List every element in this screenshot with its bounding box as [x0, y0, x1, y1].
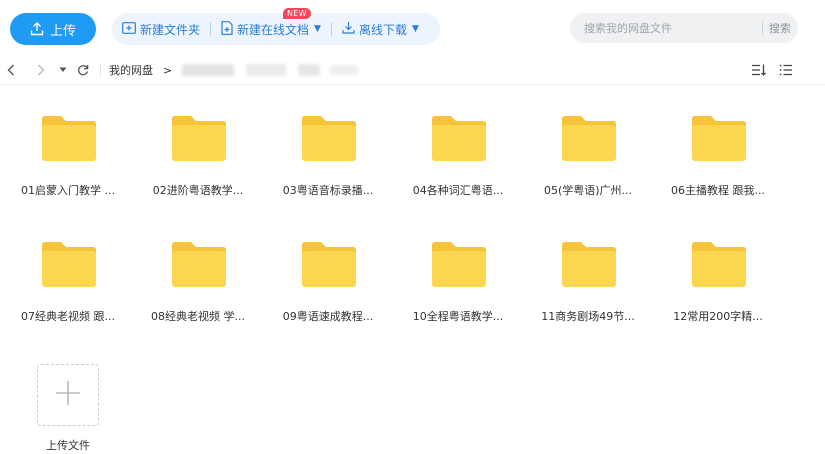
divider	[100, 63, 101, 77]
caret-down-icon: ▼	[314, 24, 321, 34]
caret-down-icon[interactable]	[54, 61, 72, 79]
search-input[interactable]	[582, 20, 756, 36]
folder-icon	[430, 240, 488, 289]
folder-item[interactable]: 02进阶粤语教学...	[142, 100, 254, 210]
breadcrumb-root[interactable]: 我的网盘	[109, 62, 153, 78]
new-online-doc-button[interactable]: 新建在线文档 ▼ NEW	[211, 8, 331, 45]
folder-item[interactable]: 04各种词汇粤语...	[402, 100, 514, 210]
folder-item[interactable]: 01启蒙入门教学 ...	[12, 100, 124, 210]
caret-down-icon: ▼	[411, 24, 419, 34]
search-box: 搜索	[570, 13, 798, 43]
breadcrumb-separator: >	[163, 63, 173, 77]
list-view-icon[interactable]	[776, 60, 796, 80]
navigation-bar: 我的网盘 >	[0, 56, 825, 85]
folder-item[interactable]: 12常用200字精...	[662, 226, 774, 336]
new-folder-button[interactable]: 新建文件夹	[112, 13, 210, 45]
folder-name: 04各种词汇粤语...	[412, 184, 504, 197]
folder-name: 12常用200字精...	[673, 310, 763, 323]
new-folder-icon	[122, 21, 136, 37]
offline-download-label: 离线下载	[358, 22, 407, 37]
blurred-path-segment	[330, 65, 359, 75]
folder-name: 11商务剧场49节...	[541, 310, 635, 323]
folder-icon	[40, 240, 98, 289]
folder-icon	[170, 114, 228, 163]
plus-icon	[54, 379, 82, 411]
toolbar: 上传 新建文件夹 新建在线文档 ▼ NEW 离线下载 ▼ 搜索我的网盘文件 搜索	[0, 0, 825, 56]
folder-icon	[170, 240, 228, 289]
new-online-doc-label: 新建在线文档	[237, 22, 310, 37]
folder-item[interactable]: 11商务剧场49节...	[532, 226, 644, 336]
folder-icon	[430, 114, 488, 163]
folder-name: 07经典老视频 跟...	[21, 310, 115, 323]
chevron-right-icon[interactable]	[32, 61, 50, 79]
refresh-icon[interactable]	[74, 61, 92, 79]
upload-icon	[30, 22, 44, 36]
folder-name: 02进阶粤语教学...	[152, 184, 244, 197]
upload-file-label: 上传文件	[46, 439, 90, 452]
folder-item[interactable]: 05(学粤语)广州...	[532, 100, 644, 210]
new-badge: NEW	[283, 8, 311, 19]
folder-item[interactable]: 06主播教程 跟我...	[662, 100, 774, 210]
folder-item[interactable]: 09粤语速成教程...	[272, 226, 384, 336]
upload-file-tile[interactable]	[37, 364, 99, 426]
blurred-path-segment	[246, 64, 287, 76]
folder-icon	[560, 114, 618, 163]
blurred-path-segment	[298, 64, 321, 76]
folder-icon	[40, 114, 98, 163]
folder-icon	[560, 240, 618, 289]
action-group: 新建文件夹 新建在线文档 ▼ NEW 离线下载 ▼	[112, 8, 440, 45]
search-button[interactable]: 搜索	[769, 20, 791, 36]
folder-icon	[690, 240, 748, 289]
folder-name: 09粤语速成教程...	[282, 310, 374, 323]
file-grid: 01启蒙入门教学 ... 02进阶粤语教学... 03粤语音标录播... 04各种词汇…	[0, 100, 825, 454]
upload-button[interactable]: 上传	[10, 13, 96, 45]
folder-icon	[300, 240, 358, 289]
divider	[762, 21, 763, 35]
folder-item[interactable]: 08经典老视频 学...	[142, 226, 254, 336]
download-icon	[342, 21, 355, 37]
folder-name: 06主播教程 跟我...	[671, 184, 765, 197]
folder-name: 05(学粤语)广州...	[543, 184, 633, 197]
offline-download-button[interactable]: 离线下载 ▼	[332, 13, 429, 45]
sort-icon[interactable]	[749, 60, 769, 80]
chevron-left-icon[interactable]	[2, 61, 20, 79]
folder-name: 01启蒙入门教学 ...	[21, 184, 115, 197]
folder-icon	[300, 114, 358, 163]
folder-name: 08经典老视频 学...	[151, 310, 245, 323]
folder-item[interactable]: 03粤语音标录播...	[272, 100, 384, 210]
new-folder-label: 新建文件夹	[140, 22, 201, 37]
folder-name: 10全程粤语教学...	[412, 310, 504, 323]
blurred-path-segment	[182, 64, 235, 76]
folder-item[interactable]: 10全程粤语教学...	[402, 226, 514, 336]
folder-item[interactable]: 07经典老视频 跟...	[12, 226, 124, 336]
new-doc-icon	[221, 20, 233, 38]
folder-icon	[690, 114, 748, 163]
upload-button-label: 上传	[49, 23, 76, 39]
folder-name: 03粤语音标录播...	[282, 184, 374, 197]
